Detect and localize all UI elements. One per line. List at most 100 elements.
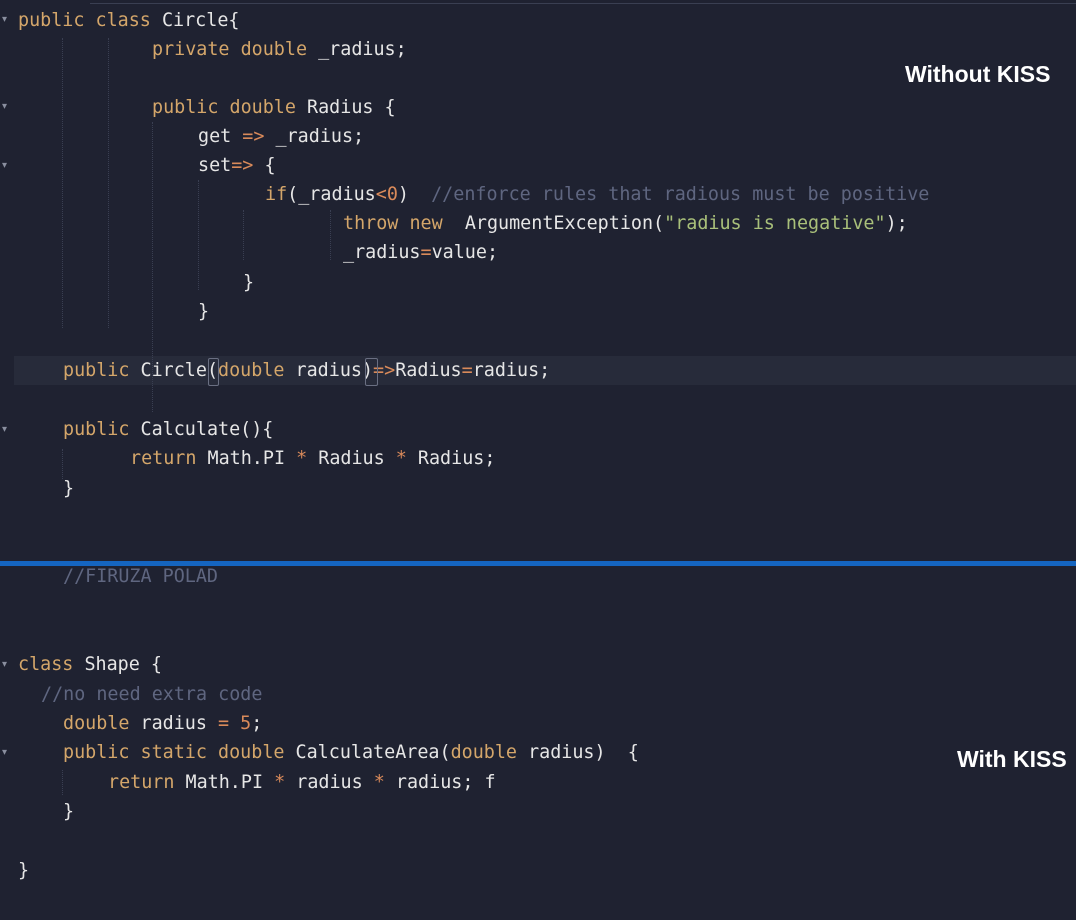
code-token: class [18,654,74,675]
code-top-line[interactable]: throw new ArgumentException("radius is n… [343,209,908,238]
with-kiss-label: With KISS [957,746,1067,772]
code-top-line[interactable]: private double _radius; [152,35,407,64]
code-bottom-line[interactable]: } [18,856,29,885]
code-token: Radius [395,360,462,381]
indent-guide [198,180,199,290]
code-bottom-line[interactable]: return Math.PI * radius * radius; f [108,768,496,797]
code-token: value; [431,242,499,263]
code-token: ; [251,713,263,734]
fold-chevron-icon[interactable]: ▾ [2,425,10,435]
indent-guide [243,210,244,260]
editor-top-border [90,0,1076,4]
indent-guide [62,770,63,795]
fold-chevron-icon[interactable]: ▾ [2,161,10,171]
code-top-line[interactable]: } [198,297,209,326]
code-token: { [253,155,276,176]
code-bottom-line[interactable]: } [63,797,74,826]
code-token: double [450,742,517,763]
code-token: //no need extra code [41,684,263,705]
code-bottom-line[interactable]: class Shape { [18,650,162,679]
code-token: double [63,713,130,734]
code-token: public [152,97,219,118]
code-token: => [242,126,265,147]
code-token: Math.PI [196,448,297,469]
code-token: * [373,772,385,793]
code-top-line[interactable]: set=> { [198,151,276,180]
code-token: => [231,155,254,176]
matched-bracket-open [208,358,219,386]
code-bottom-line[interactable]: //FIRUZA POLAD [63,562,218,591]
code-token: radius) [284,360,374,381]
indent-guide [62,449,63,479]
code-bottom-line[interactable]: double radius = 5; [63,709,262,738]
code-token: public [18,10,85,31]
fold-chevron-icon[interactable]: ▾ [2,748,10,758]
fold-chevron-icon[interactable]: ▾ [2,15,10,25]
code-token: double [218,742,285,763]
code-token: < [375,184,387,205]
code-token: * [296,448,308,469]
code-token: Radius; [406,448,496,469]
code-token: if [265,184,288,205]
code-token: Radius { [295,97,396,118]
code-token: ); [885,213,908,234]
code-token: set [198,155,232,176]
code-bottom-line[interactable]: //no need extra code [41,680,262,709]
code-top-line[interactable]: if(_radius<0) //enforce rules that radio… [265,180,929,209]
code-top-line[interactable]: public double Radius { [152,93,396,122]
code-token: private [152,39,230,60]
code-bottom-line[interactable]: public static double CalculateArea(doubl… [63,738,639,767]
code-token: = [218,713,230,734]
code-token: Circle{ [150,10,240,31]
code-top-line[interactable]: } [243,268,254,297]
code-top-line[interactable]: public class Circle{ [18,6,239,35]
code-top-line[interactable]: get => _radius; [198,122,364,151]
code-token: } [63,478,75,499]
code-token: * [395,448,407,469]
code-top-line[interactable]: } [63,474,74,503]
fold-chevron-icon[interactable]: ▾ [2,660,10,670]
code-token: = [420,242,432,263]
indent-guide [152,122,153,412]
code-token: } [18,860,30,881]
code-token: } [63,801,75,822]
code-token: } [243,272,255,293]
code-token: _radius; [307,39,407,60]
fold-chevron-icon[interactable]: ▾ [2,102,10,112]
code-top-line[interactable]: public Circle(double radius)=>Radius=rad… [63,356,550,385]
code-token: public [63,742,130,763]
code-top-line[interactable]: _radius=value; [343,238,498,267]
code-token: CalculateArea( [284,742,451,763]
code-token: Circle( [129,360,219,381]
code-token: 0 [386,184,398,205]
code-token: new [409,213,443,234]
code-token: ArgumentException( [442,213,665,234]
code-token: throw [343,213,399,234]
code-token: class [95,10,151,31]
code-token: "radius is negative" [664,213,886,234]
code-token: _radius [343,242,421,263]
code-token: * [274,772,286,793]
code-token: } [198,301,210,322]
code-token: radius [129,713,219,734]
matched-bracket-close [365,358,378,386]
code-token: return [130,448,197,469]
code-top-line[interactable]: public Calculate(){ [63,415,273,444]
code-token: Calculate(){ [129,419,274,440]
indent-guide [108,38,109,328]
code-token: radius) { [517,742,639,763]
code-top-line[interactable]: return Math.PI * Radius * Radius; [130,444,495,473]
code-token: public [63,360,130,381]
code-token: static [140,742,207,763]
code-token: ) [397,184,432,205]
code-token: double [229,97,296,118]
code-token: radius [285,772,374,793]
code-token: 5 [240,713,252,734]
code-token: public [63,419,130,440]
